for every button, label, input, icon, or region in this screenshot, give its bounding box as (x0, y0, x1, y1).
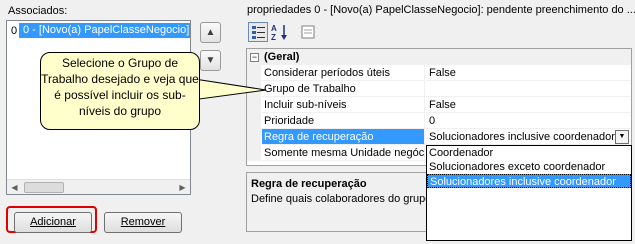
dropdown-option[interactable]: Coordenador (427, 146, 631, 160)
collapse-icon[interactable]: − (250, 53, 259, 62)
property-pages-button[interactable] (298, 22, 318, 42)
callout-tooltip: Selecione o Grupo de Trabalho desejado e… (40, 52, 200, 130)
arrow-up-icon: ▲ (205, 27, 216, 38)
remove-button[interactable]: Remover (104, 212, 182, 233)
categorized-icon (252, 26, 265, 39)
dropdown-button[interactable]: ▼ (615, 130, 629, 144)
property-name: Regra de recuperação (262, 129, 425, 145)
property-row-selected[interactable]: Regra de recuperação Solucionadores incl… (247, 129, 631, 145)
list-item[interactable]: 0 0 - [Novo(a) PapelClasseNegocio] (9, 23, 190, 38)
property-name: Somente mesma Unidade negócio (262, 145, 425, 161)
category-label: (Geral) (264, 51, 300, 63)
property-name: Considerar períodos úteis (262, 65, 425, 81)
scroll-right-icon[interactable]: ▶ (175, 180, 190, 195)
properties-title: propriedades 0 - [Novo(a) PapelClasseNeg… (247, 4, 635, 16)
property-value[interactable]: 0 (426, 113, 631, 129)
scrollbar-thumb[interactable] (24, 182, 64, 193)
property-value[interactable]: False (426, 65, 631, 81)
property-value[interactable] (426, 81, 631, 97)
property-row[interactable]: Grupo de Trabalho (247, 81, 631, 97)
property-name: Prioridade (262, 113, 425, 129)
dropdown-option[interactable]: Solucionadores exceto coordenador (427, 160, 631, 174)
property-pages-icon (301, 25, 315, 39)
horizontal-scrollbar[interactable]: ◀ ▶ (7, 179, 190, 194)
alphabetical-view-button[interactable]: A Z (270, 22, 290, 42)
property-value[interactable]: False (426, 97, 631, 113)
list-item-label: 0 - [Novo(a) PapelClasseNegocio] (19, 23, 190, 38)
add-button[interactable]: Adicionar (14, 212, 92, 233)
categorized-view-button[interactable] (248, 22, 268, 42)
property-name: Grupo de Trabalho (262, 81, 425, 97)
chevron-down-icon: ▼ (618, 133, 626, 140)
dropdown-list[interactable]: Coordenador Solucionadores exceto coorde… (426, 145, 632, 241)
list-item-index: 0 (10, 24, 18, 37)
move-up-button[interactable]: ▲ (200, 22, 221, 43)
move-down-button[interactable]: ▼ (200, 50, 221, 71)
combo-value: Solucionadores inclusive coordenador (429, 131, 615, 143)
category-row-geral[interactable]: − (Geral) (247, 49, 631, 65)
sort-az-icon: A Z (271, 24, 287, 42)
svg-text:A: A (271, 24, 277, 33)
property-value-combo[interactable]: Solucionadores inclusive coordenador ▼ (426, 129, 631, 145)
arrow-down-icon: ▼ (205, 55, 216, 66)
property-row[interactable]: Considerar períodos úteis False (247, 65, 631, 81)
property-name: Incluir sub-níveis (262, 97, 425, 113)
property-row[interactable]: Prioridade 0 (247, 113, 631, 129)
svg-text:Z: Z (271, 33, 276, 42)
dropdown-option-selected[interactable]: Solucionadores inclusive coordenador (427, 174, 631, 188)
scroll-left-icon[interactable]: ◀ (7, 180, 22, 195)
associados-label: Associados: (8, 5, 68, 17)
property-row[interactable]: Incluir sub-níveis False (247, 97, 631, 113)
